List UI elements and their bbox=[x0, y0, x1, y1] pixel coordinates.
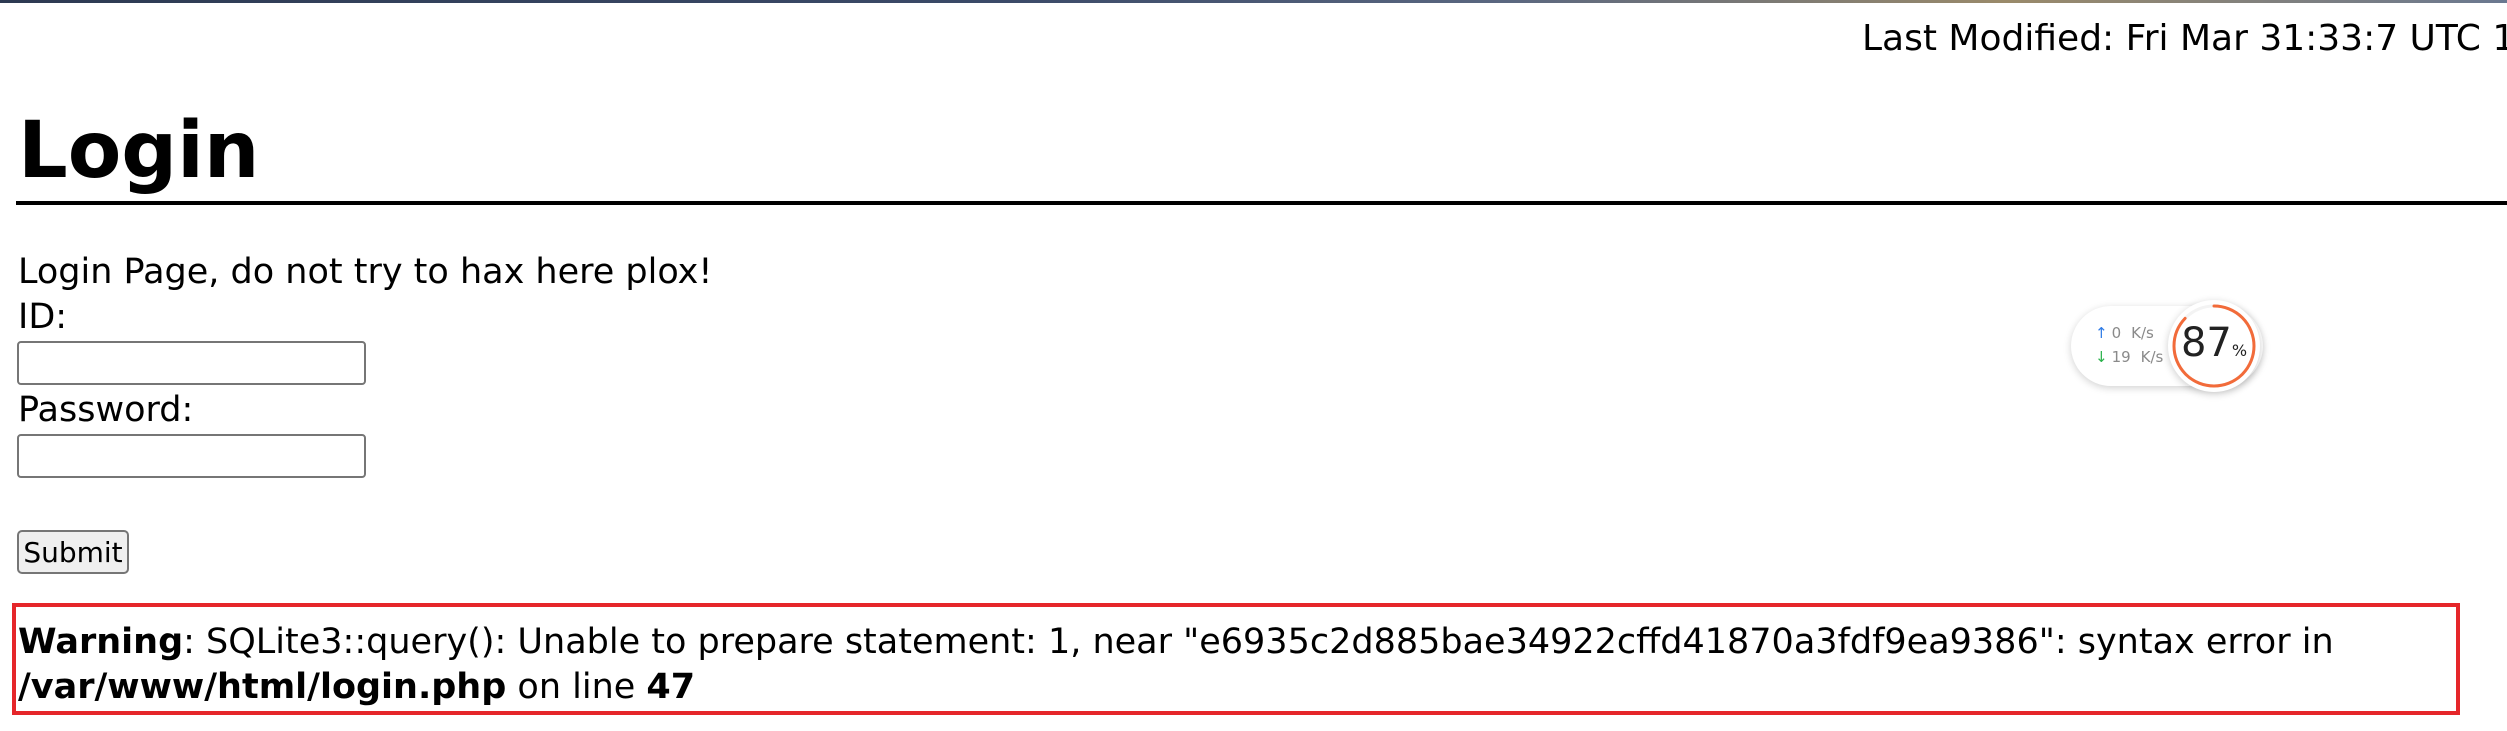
id-input[interactable] bbox=[17, 341, 366, 385]
last-modified-text: Last Modified: Fri Mar 31:33:7 UTC 1337 bbox=[1862, 18, 2507, 59]
upload-value: 0 bbox=[2111, 324, 2122, 342]
download-unit: K/s bbox=[2140, 348, 2164, 366]
usage-gauge[interactable]: 87% bbox=[2168, 300, 2260, 392]
download-value: 19 bbox=[2111, 348, 2131, 366]
download-arrow-icon: ↓ bbox=[2095, 348, 2108, 366]
download-speed: ↓ 19 K/s bbox=[2095, 348, 2163, 366]
php-warning-message: Warning: SQLite3::query(): Unable to pre… bbox=[18, 620, 2458, 710]
warning-prefix: Warning bbox=[18, 622, 184, 662]
warning-file-path: /var/www/html/login.php bbox=[18, 667, 507, 707]
intro-text: Login Page, do not try to hax here plox! bbox=[18, 252, 713, 292]
upload-speed: ↑ 0 K/s bbox=[2095, 324, 2154, 342]
usage-percent-number: 87 bbox=[2180, 320, 2232, 366]
password-input[interactable] bbox=[17, 434, 366, 478]
warning-line-text: on line bbox=[506, 667, 647, 707]
upload-arrow-icon: ↑ bbox=[2095, 324, 2108, 342]
submit-button[interactable]: Submit bbox=[17, 530, 129, 574]
browser-top-strip bbox=[0, 0, 2507, 3]
id-label: ID: bbox=[18, 297, 68, 337]
title-divider bbox=[16, 201, 2507, 205]
upload-unit: K/s bbox=[2131, 324, 2154, 342]
password-label: Password: bbox=[18, 390, 194, 430]
usage-percent-value: 87% bbox=[2168, 320, 2260, 366]
page-title: Login bbox=[18, 106, 260, 196]
usage-percent-sign: % bbox=[2231, 341, 2248, 360]
warning-line-number: 47 bbox=[646, 667, 696, 707]
warning-message: : SQLite3::query(): Unable to prepare st… bbox=[183, 622, 2334, 662]
